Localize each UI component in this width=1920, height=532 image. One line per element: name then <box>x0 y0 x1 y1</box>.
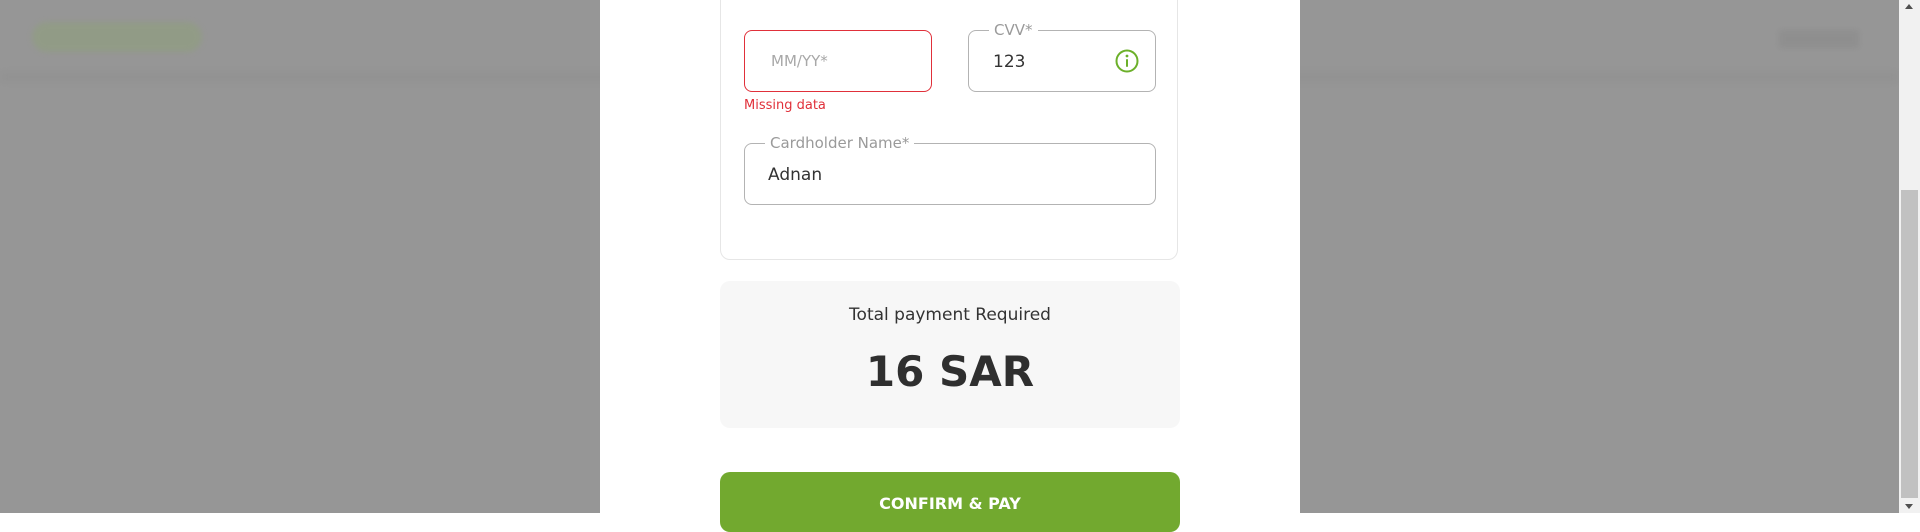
cardholder-name-field[interactable]: Cardholder Name* Adnan <box>744 134 1156 205</box>
background-header-item <box>1779 30 1859 48</box>
scroll-down-arrow-icon[interactable] <box>1905 504 1913 509</box>
total-payment-box: Total payment Required 16 SAR <box>720 281 1180 428</box>
cvv-label: CVV* <box>989 21 1038 39</box>
confirm-and-pay-label: CONFIRM & PAY <box>879 494 1021 513</box>
card-details-section: MM/YY* Missing data CVV* 123 Cardholder … <box>720 0 1178 260</box>
payment-modal: MM/YY* Missing data CVV* 123 Cardholder … <box>600 0 1300 532</box>
total-payment-label: Total payment Required <box>849 305 1051 325</box>
scroll-up-arrow-icon[interactable] <box>1905 4 1913 9</box>
expiry-date-placeholder: MM/YY* <box>771 52 828 70</box>
cardholder-name-label: Cardholder Name* <box>765 134 915 152</box>
info-circle-icon[interactable] <box>1115 49 1139 73</box>
cardholder-name-value: Adnan <box>768 165 823 185</box>
total-payment-amount: 16 SAR <box>865 347 1035 396</box>
scrollbar-thumb[interactable] <box>1901 190 1918 498</box>
expiry-date-field[interactable]: MM/YY* <box>744 30 932 92</box>
expiry-error-message: Missing data <box>744 98 826 113</box>
cvv-value: 123 <box>993 52 1026 72</box>
vertical-scrollbar[interactable] <box>1899 0 1920 513</box>
confirm-and-pay-button[interactable]: CONFIRM & PAY <box>720 472 1180 532</box>
background-logo <box>32 22 202 52</box>
cvv-field[interactable]: CVV* 123 <box>968 21 1156 92</box>
